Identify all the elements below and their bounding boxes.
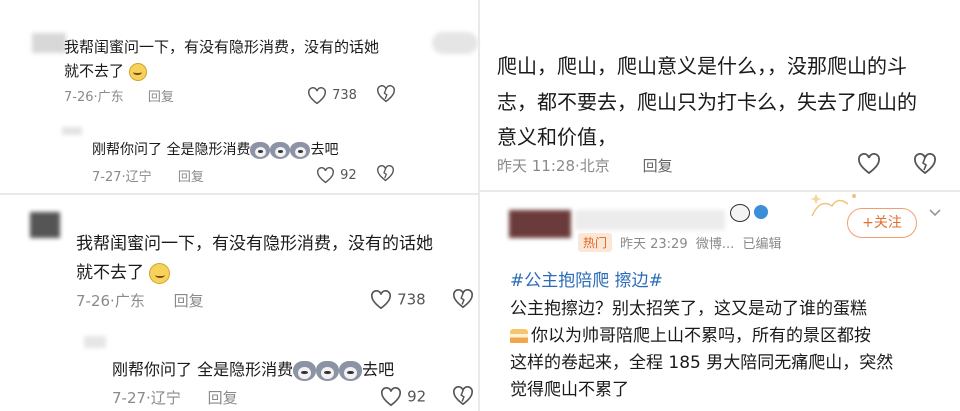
dislike-button[interactable]: [452, 386, 474, 406]
reply-button[interactable]: 回复: [208, 389, 238, 407]
reply-button[interactable]: 回复: [178, 170, 204, 185]
comment-text-line2: 就不去了: [64, 60, 147, 81]
husky-emoji-icon: [293, 360, 317, 381]
like-button[interactable]: [857, 153, 881, 175]
comment-meta: 7-26·广东 回复: [64, 90, 174, 105]
panda-icon: [730, 204, 750, 222]
meta-location: 广东: [97, 90, 124, 105]
reply-button[interactable]: 回复: [643, 157, 673, 175]
post-text-line3: 这样的卷起来，全程 185 男大陪同无痛爬山，突然: [510, 353, 894, 373]
chevron-down-icon[interactable]: [928, 208, 942, 218]
husky-emoji-icon: [339, 360, 363, 381]
meta-date: 7-26: [76, 292, 111, 310]
meta-date: 7-27: [92, 170, 122, 185]
avatar[interactable]: [30, 212, 60, 238]
post-text-line2-content: 你以为帅哥陪爬上山不累吗，所有的景区都按: [531, 326, 871, 346]
husky-emoji-icon: [270, 141, 291, 159]
like-count: 738: [397, 290, 426, 309]
post-text-line4: 觉得爬山不累了: [510, 380, 629, 400]
comment-text: 我帮闺蜜问一下，有没有隐形消费，没有的话她: [64, 38, 380, 56]
like-button[interactable]: 738: [370, 289, 426, 310]
panel-divider-h-right: [480, 190, 960, 192]
husky-emoji-icon: [290, 141, 311, 159]
cake-icon: [510, 329, 528, 343]
broken-heart-icon: [377, 85, 395, 103]
dislike-button[interactable]: [452, 289, 474, 309]
username-blur[interactable]: [575, 210, 725, 230]
like-count: 92: [407, 387, 427, 406]
like-count: 738: [332, 88, 357, 103]
follow-button[interactable]: +关注: [847, 208, 917, 238]
heart-icon: [317, 167, 334, 184]
reply-meta: 7-27·辽宁 回复: [112, 389, 238, 407]
avatar[interactable]: [32, 33, 66, 53]
meta-location: 广东: [114, 292, 145, 310]
meta-date: 7-27: [112, 389, 147, 407]
comment-meta: 昨天 11:28·北京 回复: [497, 157, 673, 175]
reply-text: 刚帮你问了 全是隐形消费 去吧: [92, 139, 338, 159]
hashtag-link[interactable]: #公主抱陪爬 擦边#: [510, 266, 663, 291]
meta-location: 北京: [579, 157, 610, 175]
avatar-blur-right: [432, 32, 478, 54]
reply-text: 刚帮你问了 全是隐形消费 去吧: [112, 356, 394, 381]
heart-icon: [858, 153, 880, 175]
heart-icon: [308, 86, 326, 104]
meta-location: 辽宁: [125, 170, 152, 185]
husky-emoji-icon: [250, 141, 271, 159]
comment-text-end: 就不去了: [64, 62, 125, 80]
comment-text-line2: 志，都不要去，爬山只为打卡么，失去了爬山的: [497, 90, 917, 114]
like-button[interactable]: 92: [316, 165, 357, 184]
follow-label: +关注: [862, 215, 902, 231]
reply-button[interactable]: 回复: [174, 292, 204, 310]
comment-meta: 7-26·广东 回复: [76, 292, 204, 310]
meta-time: 昨天 11:28: [497, 157, 575, 175]
dislike-button[interactable]: [376, 85, 396, 103]
post-text-line2: 你以为帅哥陪爬上山不累吗，所有的景区都按: [510, 321, 871, 346]
comment-text: 我帮闺蜜问一下，有没有隐形消费，没有的话她: [76, 234, 433, 254]
reply-avatar[interactable]: [84, 336, 106, 348]
reply-text-start: 刚帮你问了 全是隐形消费: [112, 360, 294, 379]
meta-date: 7-26: [64, 90, 94, 105]
comment-text-end: 就不去了: [76, 263, 144, 283]
broken-heart-icon: [914, 153, 936, 175]
dislike-button[interactable]: [913, 153, 937, 175]
panel-divider-h: [0, 193, 478, 195]
broken-heart-icon: [377, 165, 394, 182]
broken-heart-icon: [453, 386, 473, 406]
broken-heart-icon: [453, 289, 473, 309]
grin-emoji-icon: [128, 62, 147, 81]
grin-emoji-icon: [149, 262, 171, 284]
dislike-button[interactable]: [376, 165, 395, 182]
like-button[interactable]: 92: [380, 386, 426, 407]
verified-badge-icon: [754, 205, 768, 219]
avatar[interactable]: [509, 210, 571, 238]
like-count: 92: [340, 168, 357, 183]
reply-text-start: 刚帮你问了 全是隐形消费: [92, 142, 251, 158]
heart-icon: [371, 289, 391, 309]
reply-text-end: 去吧: [362, 360, 395, 379]
reply-meta: 7-27·辽宁 回复: [92, 170, 204, 185]
comment-text: 爬山，爬山，爬山意义是什么，，没那爬山的斗: [497, 54, 907, 78]
comment-text-line2: 就不去了: [76, 258, 171, 284]
like-button[interactable]: 738: [307, 85, 357, 105]
reply-button[interactable]: 回复: [148, 90, 174, 105]
post-text: 公主抱擦边？别太招笑了，这又是动了谁的蛋糕: [510, 299, 867, 319]
comment-text-line3: 意义和价值，: [497, 125, 617, 149]
post-meta: 昨天 23:29 微博... 已编辑: [620, 237, 782, 252]
husky-emoji-icon: [316, 360, 340, 381]
heart-icon: [381, 386, 401, 406]
meta-location: 辽宁: [150, 389, 181, 407]
hot-badge: 热门: [578, 233, 613, 252]
reply-text-end: 去吧: [310, 142, 339, 158]
reply-avatar[interactable]: [62, 127, 82, 135]
panel-divider-v: [478, 0, 480, 411]
